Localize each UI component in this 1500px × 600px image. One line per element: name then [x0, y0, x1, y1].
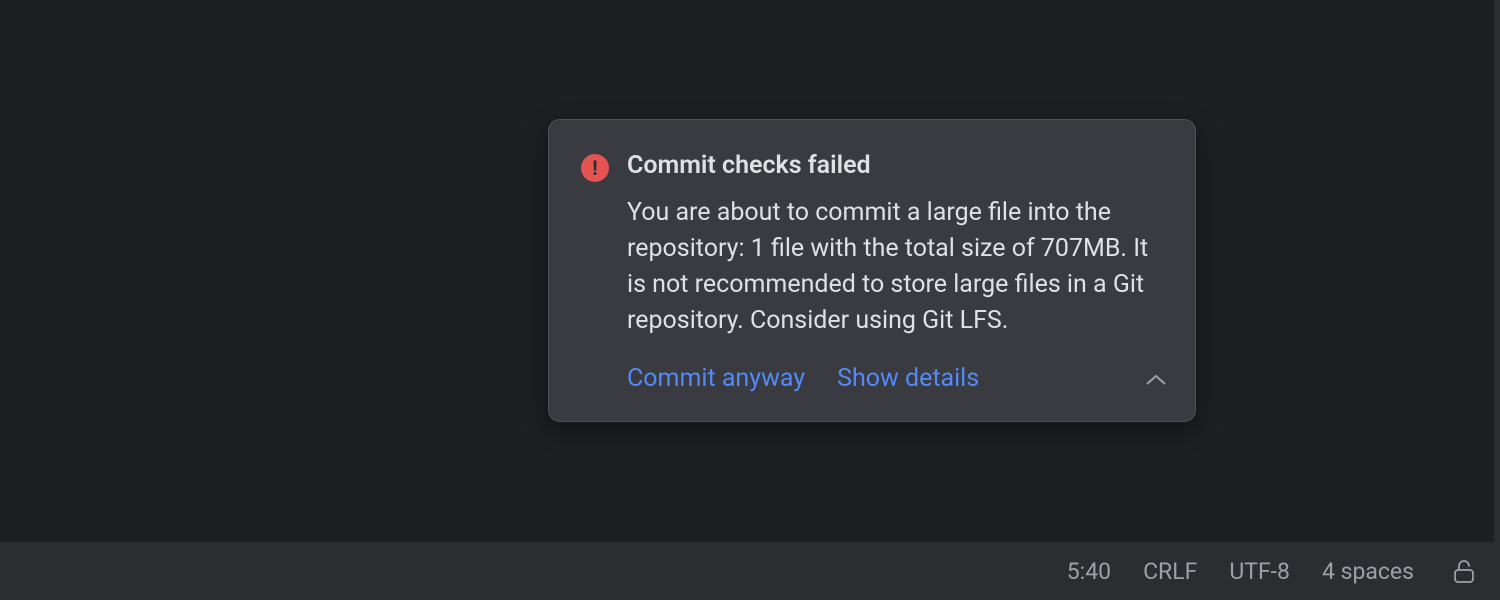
notification-actions: Commit anyway Show details [627, 364, 1163, 393]
lock-icon[interactable] [1452, 558, 1476, 584]
file-encoding[interactable]: UTF-8 [1229, 558, 1290, 585]
chevron-up-icon [1145, 372, 1167, 391]
right-panel-edge [1494, 0, 1500, 542]
notification-header: ! Commit checks failed You are about to … [581, 150, 1163, 393]
commit-checks-notification: ! Commit checks failed You are about to … [548, 119, 1196, 422]
error-icon: ! [581, 154, 609, 182]
collapse-button[interactable] [1145, 372, 1167, 391]
notification-body: You are about to commit a large file int… [627, 195, 1163, 340]
status-bar: 5:40 CRLF UTF-8 4 spaces [0, 542, 1500, 600]
cursor-position[interactable]: 5:40 [1067, 558, 1111, 585]
line-separator[interactable]: CRLF [1143, 558, 1197, 585]
exclamation-mark: ! [592, 158, 597, 178]
indent-setting[interactable]: 4 spaces [1322, 558, 1414, 585]
commit-anyway-link[interactable]: Commit anyway [627, 364, 805, 393]
notification-title: Commit checks failed [627, 150, 1163, 183]
show-details-link[interactable]: Show details [837, 364, 979, 393]
notification-content: Commit checks failed You are about to co… [627, 150, 1163, 393]
